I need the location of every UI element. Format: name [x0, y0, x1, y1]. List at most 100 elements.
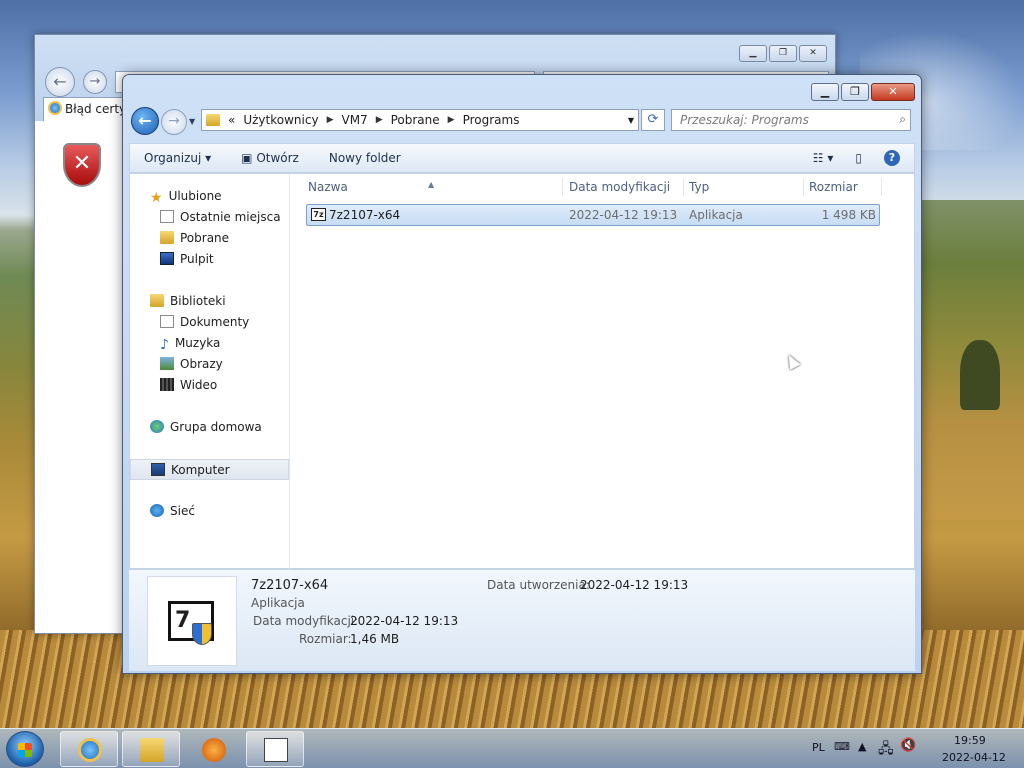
ie-back-button[interactable]: ←: [45, 67, 75, 97]
view-options-icon[interactable]: ☷ ▾: [813, 151, 834, 165]
taskbar-media-player-button[interactable]: [184, 731, 242, 767]
column-header-size[interactable]: Rozmiar: [809, 180, 858, 194]
minimize-button[interactable]: ▁: [811, 83, 839, 101]
breadcrumb-vm7[interactable]: VM7: [341, 113, 367, 127]
nav-label: Komputer: [171, 463, 230, 477]
chevron-right-icon[interactable]: ▶: [448, 115, 455, 125]
new-folder-button[interactable]: Nowy folder: [329, 151, 401, 165]
column-divider[interactable]: [683, 178, 684, 196]
chevron-right-icon[interactable]: ▶: [327, 115, 334, 125]
ie-forward-button[interactable]: →: [83, 70, 107, 94]
nav-item-pictures[interactable]: Obrazy: [130, 354, 289, 375]
organize-button[interactable]: Organizuj ▾: [144, 151, 211, 165]
nav-item-favorites[interactable]: ★ Ulubione: [130, 186, 289, 207]
start-button[interactable]: [6, 731, 44, 767]
details-pane: 7 7z2107-x64 Aplikacja Data modyfikacji:…: [129, 569, 915, 671]
keyboard-icon[interactable]: ⌨: [834, 740, 850, 753]
pictures-icon: [160, 357, 174, 370]
taskbar: PL ⌨ ▲ 🖧 🔇 19:59 2022-04-12: [0, 728, 1024, 768]
nav-label: Obrazy: [180, 357, 223, 371]
address-dropdown-icon[interactable]: ▼: [628, 116, 634, 125]
column-header-type[interactable]: Typ: [689, 180, 709, 194]
recent-pages-chevron-icon[interactable]: ▼: [189, 117, 195, 126]
explorer-window[interactable]: ▁ ❐ ✕ ← → ▼ « Użytkownicy ▶ VM7 ▶ Pobran…: [122, 74, 922, 674]
breadcrumb-downloads[interactable]: Pobrane: [391, 113, 440, 127]
taskbar-explorer-button[interactable]: [122, 731, 180, 767]
details-modified-value: 2022-04-12 19:13: [350, 614, 459, 628]
back-button[interactable]: ←: [131, 107, 159, 135]
nav-item-documents[interactable]: Dokumenty: [130, 312, 289, 333]
maximize-button[interactable]: ❐: [841, 83, 869, 101]
nav-item-recent-places[interactable]: Ostatnie miejsca: [130, 207, 289, 228]
ie-maximize-button[interactable]: ❐: [769, 45, 797, 62]
column-headers: Nazwa ▲ Data modyfikacji Typ Rozmiar: [290, 174, 914, 200]
ie-minimize-button[interactable]: ▁: [739, 45, 767, 62]
ie-close-button[interactable]: ✕: [799, 45, 827, 62]
details-created-value: 2022-04-12 19:13: [580, 578, 689, 592]
breadcrumb-users[interactable]: Użytkownicy: [243, 113, 318, 127]
nav-item-downloads[interactable]: Pobrane: [130, 228, 289, 249]
language-indicator[interactable]: PL: [812, 741, 825, 754]
column-divider[interactable]: [562, 178, 563, 196]
computer-icon: [151, 463, 165, 476]
file-list: Nazwa ▲ Data modyfikacji Typ Rozmiar 7z …: [290, 174, 914, 570]
column-header-modified[interactable]: Data modyfikacji: [569, 180, 670, 194]
nav-label: Dokumenty: [180, 315, 250, 329]
chevron-right-icon[interactable]: ▶: [376, 115, 383, 125]
taskbar-ie-button[interactable]: [60, 731, 118, 767]
taskbar-task-list-button[interactable]: [246, 731, 304, 767]
search-icon[interactable]: ⌕: [899, 112, 906, 127]
content-area: ★ Ulubione Ostatnie miejsca Pobrane Pulpi…: [129, 173, 915, 570]
clock-time[interactable]: 19:59: [954, 734, 986, 747]
volume-muted-icon[interactable]: 🔇: [900, 738, 916, 753]
file-row[interactable]: 7z 7z2107-x64 2022-04-12 19:13 Aplikacja…: [306, 204, 880, 226]
downloads-folder-icon: [160, 231, 174, 244]
address-bar[interactable]: « Użytkownicy ▶ VM7 ▶ Pobrane ▶ Programs…: [201, 109, 639, 131]
media-player-icon: [202, 738, 226, 762]
folder-icon: [206, 114, 220, 126]
nav-label: Wideo: [180, 378, 218, 392]
help-icon[interactable]: ?: [884, 150, 900, 166]
preview-pane-icon[interactable]: ▯: [855, 151, 862, 165]
nav-item-network[interactable]: Sieć: [130, 501, 289, 522]
details-file-type: Aplikacja: [251, 596, 305, 610]
open-button[interactable]: ▣ Otwórz: [241, 151, 299, 165]
column-divider[interactable]: [803, 178, 804, 196]
nav-label: Pobrane: [180, 231, 230, 245]
wallpaper-tree: [960, 340, 1000, 410]
details-size-value: 1,46 MB: [350, 632, 400, 646]
nav-item-music[interactable]: ♪ Muzyka: [130, 333, 289, 354]
nav-label: Muzyka: [174, 336, 221, 350]
column-divider[interactable]: [881, 178, 882, 196]
network-tray-icon[interactable]: 🖧: [878, 738, 894, 762]
details-size-label: Rozmiar:: [299, 632, 352, 646]
details-created-label: Data utworzenia:: [487, 578, 590, 592]
desktop-icon: [160, 252, 174, 265]
nav-label: Biblioteki: [170, 294, 226, 308]
address-prefix[interactable]: «: [228, 113, 235, 127]
column-header-name[interactable]: Nazwa: [308, 180, 348, 194]
file-type: Aplikacja: [689, 208, 743, 222]
open-icon: ▣: [241, 151, 257, 165]
ie-tab[interactable]: Błąd certy: [43, 97, 133, 121]
clock-date[interactable]: 2022-04-12: [942, 751, 1006, 764]
show-hidden-icons-icon[interactable]: ▲: [858, 740, 866, 753]
documents-icon: [160, 315, 174, 328]
file-thumbnail: 7: [147, 576, 237, 666]
refresh-button[interactable]: ⟳: [641, 109, 665, 131]
forward-button[interactable]: →: [161, 109, 187, 135]
nav-item-computer[interactable]: Komputer: [130, 459, 289, 480]
homegroup-icon: [150, 420, 164, 433]
search-input[interactable]: Przeszukaj: Programs ⌕: [671, 109, 911, 131]
breadcrumb-programs[interactable]: Programs: [463, 113, 520, 127]
details-modified-label: Data modyfikacji:: [253, 614, 359, 628]
nav-item-homegroup[interactable]: Grupa domowa: [130, 417, 289, 438]
nav-item-libraries[interactable]: Biblioteki: [130, 291, 289, 312]
ie-tab-icon: [48, 101, 62, 115]
mouse-cursor-icon: [783, 352, 801, 370]
nav-item-desktop[interactable]: Pulpit: [130, 249, 289, 270]
nav-item-videos[interactable]: Wideo: [130, 375, 289, 396]
task-list-icon: [264, 738, 288, 762]
close-button[interactable]: ✕: [871, 83, 915, 101]
